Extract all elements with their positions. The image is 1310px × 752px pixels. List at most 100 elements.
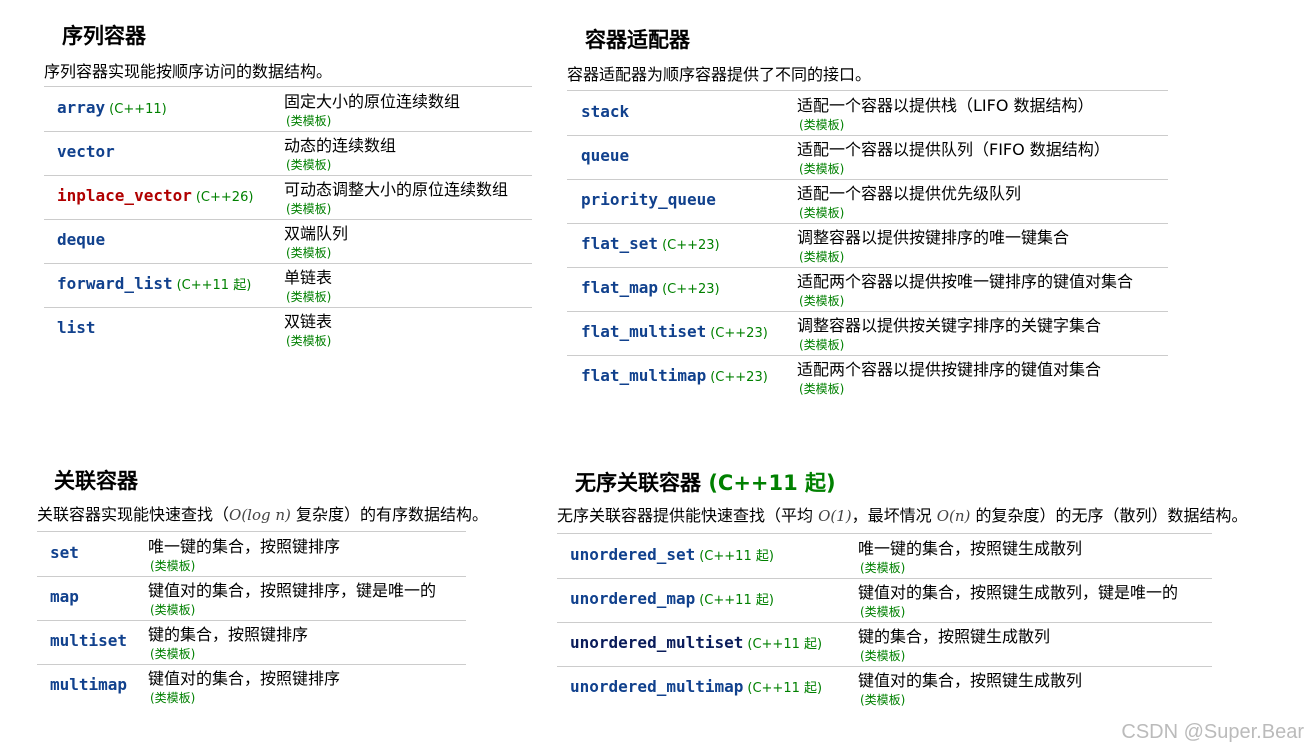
- container-description: 适配两个容器以提供按键排序的键值对集合: [797, 360, 1102, 379]
- table-row: flat_set (C++23) 调整容器以提供按键排序的唯一键集合 (类模板): [567, 223, 1168, 268]
- adaptors-table: stack 适配一个容器以提供栈（LIFO 数据结构） (类模板) queue …: [567, 90, 1168, 396]
- container-description: 可动态调整大小的原位连续数组: [284, 180, 509, 199]
- sequence-title: 序列容器: [62, 24, 146, 48]
- class-template-tag: (类模板): [150, 559, 196, 573]
- table-row: vector 动态的连续数组 (类模板): [44, 131, 532, 176]
- container-link-multiset[interactable]: multiset: [50, 631, 127, 650]
- since-label: (C++11 起): [708, 471, 836, 495]
- container-link-array[interactable]: array (C++11): [57, 98, 167, 117]
- container-link-unordered-multimap[interactable]: unordered_multimap (C++11 起): [570, 677, 822, 696]
- container-description: 键的集合，按照键排序: [148, 625, 309, 644]
- class-template-tag: (类模板): [286, 290, 332, 304]
- class-template-tag: (类模板): [286, 158, 332, 172]
- container-description: 单链表: [284, 268, 333, 287]
- table-row: stack 适配一个容器以提供栈（LIFO 数据结构） (类模板): [567, 91, 1168, 136]
- class-template-tag: (类模板): [799, 294, 845, 308]
- watermark: CSDN @Super.Bear: [1121, 721, 1304, 743]
- container-link-map[interactable]: map: [50, 587, 79, 606]
- container-description: 调整容器以提供按关键字排序的关键字集合: [797, 316, 1102, 335]
- container-link-flat-multiset[interactable]: flat_multiset (C++23): [581, 322, 768, 341]
- sequence-table: array (C++11) 固定大小的原位连续数组 (类模板) vector 动态…: [44, 86, 532, 348]
- associative-title: 关联容器: [54, 469, 138, 493]
- class-template-tag: (类模板): [150, 647, 196, 661]
- version-label: (C++11 起): [747, 637, 823, 652]
- container-link-deque[interactable]: deque: [57, 230, 105, 249]
- container-link-forward-list[interactable]: forward_list (C++11 起): [57, 274, 251, 293]
- container-link-queue[interactable]: queue: [581, 146, 629, 165]
- table-row: flat_multiset (C++23) 调整容器以提供按关键字排序的关键字集合…: [567, 311, 1168, 356]
- class-template-tag: (类模板): [799, 338, 845, 352]
- class-template-tag: (类模板): [799, 250, 845, 264]
- container-description: 键值对的集合，按照键生成散列: [858, 671, 1083, 690]
- unordered-title: 无序关联容器 (C++11 起): [575, 471, 836, 495]
- complexity-formula: O(n): [936, 507, 971, 525]
- version-label: (C++23): [662, 282, 720, 297]
- container-description: 适配一个容器以提供优先级队列: [797, 184, 1022, 203]
- container-link-priority-queue[interactable]: priority_queue: [581, 190, 716, 209]
- container-link-multimap[interactable]: multimap: [50, 675, 127, 694]
- version-label: (C++11): [109, 102, 167, 117]
- version-label: (C++26): [195, 190, 254, 205]
- container-link-stack[interactable]: stack: [581, 102, 629, 121]
- class-template-tag: (类模板): [286, 202, 332, 216]
- unordered-table: unordered_set (C++11 起) 唯一键的集合，按照键生成散列 (类…: [557, 533, 1212, 707]
- class-template-tag: (类模板): [860, 561, 906, 575]
- class-template-tag: (类模板): [860, 605, 906, 619]
- table-row: unordered_map (C++11 起) 键值对的集合，按照键生成散列，键是…: [557, 578, 1212, 623]
- version-label: (C++11 起): [176, 278, 252, 293]
- table-row: unordered_multimap (C++11 起) 键值对的集合，按照键生成…: [557, 666, 1212, 710]
- container-description: 固定大小的原位连续数组: [284, 92, 461, 111]
- container-description: 键值对的集合，按照键排序，键是唯一的: [148, 581, 437, 600]
- class-template-tag: (类模板): [286, 114, 332, 128]
- container-description: 唯一键的集合，按照键生成散列: [858, 539, 1083, 558]
- container-description: 适配一个容器以提供队列（FIFO 数据结构）: [797, 140, 1110, 159]
- container-description: 适配一个容器以提供栈（LIFO 数据结构）: [797, 96, 1094, 115]
- table-row: multiset 键的集合，按照键排序 (类模板): [37, 620, 466, 665]
- associative-table: set 唯一键的集合，按照键排序 (类模板) map 键值对的集合，按照键排序，…: [37, 531, 466, 705]
- table-row: queue 适配一个容器以提供队列（FIFO 数据结构） (类模板): [567, 135, 1168, 180]
- complexity-formula: O(log n): [229, 506, 291, 524]
- class-template-tag: (类模板): [799, 162, 845, 176]
- class-template-tag: (类模板): [799, 382, 845, 396]
- class-template-tag: (类模板): [286, 246, 332, 260]
- container-description: 适配两个容器以提供按唯一键排序的键值对集合: [797, 272, 1134, 291]
- version-label: (C++23): [710, 370, 768, 385]
- version-label: (C++11 起): [699, 549, 774, 564]
- container-link-flat-multimap[interactable]: flat_multimap (C++23): [581, 366, 768, 385]
- table-row: list 双链表 (类模板): [44, 307, 532, 351]
- adaptors-description: 容器适配器为顺序容器提供了不同的接口。: [567, 65, 872, 84]
- sequence-description: 序列容器实现能按顺序访问的数据结构。: [44, 62, 333, 81]
- container-description: 调整容器以提供按键排序的唯一键集合: [797, 228, 1070, 247]
- container-description: 双端队列: [284, 224, 349, 243]
- version-label: (C++11 起): [699, 593, 774, 608]
- table-row: unordered_multiset (C++11 起) 键的集合，按照键生成散列…: [557, 622, 1212, 667]
- container-description: 键的集合，按照键生成散列: [858, 627, 1051, 646]
- table-row: inplace_vector (C++26) 可动态调整大小的原位连续数组 (类模…: [44, 175, 532, 220]
- table-row: multimap 键值对的集合，按照键排序 (类模板): [37, 664, 466, 708]
- class-template-tag: (类模板): [799, 118, 845, 132]
- container-link-vector[interactable]: vector: [57, 142, 115, 161]
- container-link-unordered-multiset[interactable]: unordered_multiset (C++11 起): [570, 633, 822, 652]
- container-link-flat-set[interactable]: flat_set (C++23): [581, 234, 720, 253]
- table-row: priority_queue 适配一个容器以提供优先级队列 (类模板): [567, 179, 1168, 224]
- table-row: array (C++11) 固定大小的原位连续数组 (类模板): [44, 87, 532, 132]
- container-link-set[interactable]: set: [50, 543, 79, 562]
- associative-description: 关联容器实现能快速查找（O(log n) 复杂度）的有序数据结构。: [37, 505, 488, 524]
- version-label: (C++23): [710, 326, 768, 341]
- version-label: (C++11 起): [747, 681, 823, 696]
- complexity-formula: O(1): [818, 507, 852, 525]
- table-row: forward_list (C++11 起) 单链表 (类模板): [44, 263, 532, 308]
- table-row: deque 双端队列 (类模板): [44, 219, 532, 264]
- class-template-tag: (类模板): [286, 334, 332, 348]
- class-template-tag: (类模板): [799, 206, 845, 220]
- container-link-unordered-map[interactable]: unordered_map (C++11 起): [570, 589, 774, 608]
- container-link-flat-map[interactable]: flat_map (C++23): [581, 278, 720, 297]
- class-template-tag: (类模板): [150, 691, 196, 705]
- class-template-tag: (类模板): [860, 693, 906, 707]
- container-link-list[interactable]: list: [57, 318, 96, 337]
- container-description: 键值对的集合，按照键排序: [148, 669, 341, 688]
- table-row: map 键值对的集合，按照键排序，键是唯一的 (类模板): [37, 576, 466, 621]
- class-template-tag: (类模板): [150, 603, 196, 617]
- container-link-unordered-set[interactable]: unordered_set (C++11 起): [570, 545, 774, 564]
- container-link-inplace-vector[interactable]: inplace_vector (C++26): [57, 186, 253, 205]
